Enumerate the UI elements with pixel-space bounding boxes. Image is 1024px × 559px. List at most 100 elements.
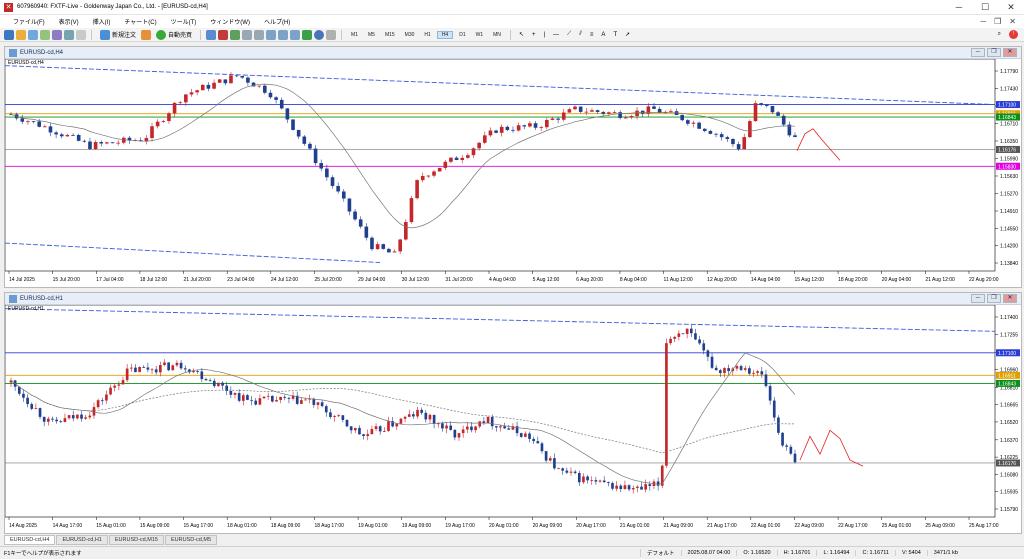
terminal-icon[interactable] xyxy=(64,29,74,40)
candle-body xyxy=(200,84,205,91)
candle-body xyxy=(22,393,25,398)
candle-body xyxy=(375,244,380,250)
navigator-icon[interactable] xyxy=(52,29,62,40)
chart-shift-icon[interactable] xyxy=(290,29,301,40)
meta-editor-icon[interactable] xyxy=(141,29,152,40)
tab-eurusd-m5[interactable]: EURUSD-cd,M5 xyxy=(164,535,218,545)
close-child-icon[interactable]: ✕ xyxy=(1009,17,1016,26)
candle-body xyxy=(117,384,121,386)
close-button[interactable]: ✕ xyxy=(998,0,1024,15)
candle-body xyxy=(84,417,87,419)
chart-restore-button[interactable]: ❐ xyxy=(987,294,1001,303)
tab-eurusd-h1[interactable]: EURUSD-cd,H1 xyxy=(56,535,108,545)
templates-icon[interactable] xyxy=(326,29,337,40)
timeframe-d1[interactable]: D1 xyxy=(455,32,469,38)
zoom-in-icon[interactable] xyxy=(242,29,253,40)
indicators-icon[interactable] xyxy=(302,29,313,40)
crosshair-tool[interactable]: + xyxy=(529,32,539,38)
cursor-tool[interactable]: ↖ xyxy=(516,31,527,38)
auto-trade-label: 自動売買 xyxy=(168,33,193,39)
zoom-out-icon[interactable] xyxy=(254,29,265,40)
timeframe-m1[interactable]: M1 xyxy=(347,32,362,38)
restore-child-icon[interactable]: ❐ xyxy=(994,17,1001,26)
autoscroll-icon[interactable] xyxy=(278,29,289,40)
tab-eurusd-m15[interactable]: EURUSD-cd,M15 xyxy=(108,535,164,545)
candle-body xyxy=(437,167,442,172)
bar-chart-icon[interactable] xyxy=(206,29,217,40)
candlestick-icon[interactable] xyxy=(218,29,229,40)
new-order-button[interactable]: 新規注文 xyxy=(97,29,139,40)
timeframe-m5[interactable]: M5 xyxy=(364,32,379,38)
data-window-icon[interactable] xyxy=(40,29,50,40)
candle-body xyxy=(178,102,183,104)
candle-body xyxy=(161,121,166,122)
menu-insert[interactable]: 挿入(I) xyxy=(86,17,118,26)
chart-close-button[interactable]: ✕ xyxy=(1003,294,1017,303)
tile-windows-icon[interactable] xyxy=(266,29,277,40)
time-tick-label: 15 Aug 12:00 xyxy=(794,277,824,283)
candle-body xyxy=(364,226,369,238)
chart-window-h4[interactable]: EURUSD-cd,H4 ─ ❐ ✕ 1.177901.174301.17070… xyxy=(4,46,1022,288)
menu-file[interactable]: ファイル(F) xyxy=(6,17,52,26)
profiles-icon[interactable] xyxy=(16,29,26,40)
chart-window-h1[interactable]: EURUSD-cd,H1 ─ ❐ ✕ 1.17400 1.17255 1.17100… xyxy=(4,292,1022,534)
candle-body xyxy=(426,175,431,177)
trendline-tool[interactable]: ⟋ xyxy=(564,31,574,38)
tester-icon[interactable] xyxy=(76,29,86,40)
chart-area-h4[interactable]: 1.177901.174301.170701.167101.163501.159… xyxy=(4,58,1021,288)
menu-help[interactable]: ヘルプ(H) xyxy=(257,17,297,26)
candle-body xyxy=(681,333,685,335)
time-tick-label: 25 Jul 20:00 xyxy=(314,277,341,283)
timeframe-w1[interactable]: W1 xyxy=(472,32,488,38)
symbol-label: EURUSD-cd,H1 xyxy=(8,306,44,312)
candle-body xyxy=(443,161,448,168)
timeframe-h4[interactable]: H4 xyxy=(436,30,454,39)
chart-close-button[interactable]: ✕ xyxy=(1003,48,1017,57)
price-tick-label: 1.14550 xyxy=(1000,226,1018,232)
timeframe-mn[interactable]: MN xyxy=(489,32,505,38)
label-tool[interactable]: T xyxy=(610,32,620,38)
line-chart-icon[interactable] xyxy=(230,29,241,40)
chart-minimize-button[interactable]: ─ xyxy=(971,294,985,303)
chart-restore-button[interactable]: ❐ xyxy=(987,48,1001,57)
minimize-button[interactable]: ─ xyxy=(946,0,972,15)
auto-trading-button[interactable]: 自動売買 xyxy=(153,29,195,40)
candle-body xyxy=(154,369,158,373)
timeframe-h1[interactable]: H1 xyxy=(420,32,434,38)
market-watch-icon[interactable] xyxy=(28,29,38,40)
horizontal-line-tool[interactable]: — xyxy=(550,32,562,38)
candle-body xyxy=(51,418,54,420)
candle-body xyxy=(482,135,487,143)
menu-chart[interactable]: チャート(C) xyxy=(117,17,163,26)
menu-tools[interactable]: ツール(T) xyxy=(164,17,204,26)
candle-body xyxy=(229,75,233,84)
candle-body xyxy=(30,404,34,409)
candle-body xyxy=(602,480,606,483)
price-chart-h1[interactable]: 1.174001.172551.171001.169601.168101.166… xyxy=(4,304,1021,534)
new-chart-icon[interactable] xyxy=(4,29,14,40)
maximize-button[interactable]: ☐ xyxy=(972,0,998,15)
candle-body xyxy=(336,185,340,192)
periods-icon[interactable] xyxy=(314,29,325,40)
timeframe-m30[interactable]: M30 xyxy=(401,32,419,38)
chart-minimize-button[interactable]: ─ xyxy=(971,48,985,57)
minimize-child-icon[interactable]: ─ xyxy=(980,17,986,26)
vertical-line-tool[interactable]: | xyxy=(540,32,548,38)
menu-window[interactable]: ウィンドウ(W) xyxy=(203,17,257,26)
text-tool[interactable]: A xyxy=(598,32,608,38)
search-icon[interactable]: ⌕ xyxy=(998,31,1001,38)
candle-body xyxy=(37,121,42,127)
fibonacci-tool[interactable]: ≡ xyxy=(587,32,597,38)
chart-area-h1[interactable]: 1.174001.172551.171001.169601.168101.166… xyxy=(4,304,1021,534)
tab-eurusd-h4[interactable]: EURUSD-cd,H4 xyxy=(4,535,56,545)
candle-body xyxy=(760,371,764,375)
candle-body xyxy=(353,427,357,431)
channel-tool[interactable]: ⫽ xyxy=(576,31,585,38)
price-chart-h4[interactable]: 1.177901.174301.170701.167101.163501.159… xyxy=(4,58,1021,288)
arrows-tool[interactable]: ➚ xyxy=(622,31,633,38)
candle-body xyxy=(113,385,117,388)
timeframe-m15[interactable]: M15 xyxy=(381,32,399,38)
menu-view[interactable]: 表示(V) xyxy=(52,17,86,26)
candle-body xyxy=(470,426,473,431)
notification-icon[interactable]: ! xyxy=(1009,30,1018,39)
